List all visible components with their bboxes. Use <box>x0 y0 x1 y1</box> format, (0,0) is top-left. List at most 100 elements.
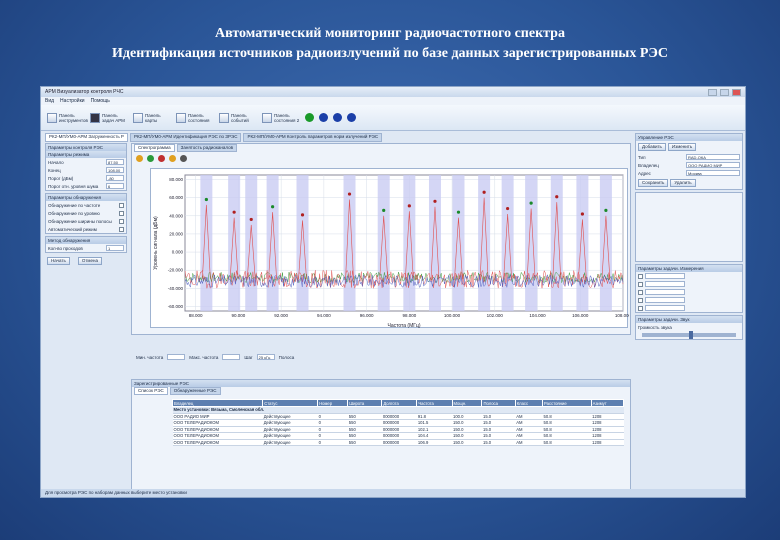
tab-spectrogram[interactable]: Спектрограмма <box>134 144 175 152</box>
measure-check-4[interactable] <box>638 297 643 303</box>
edit-button[interactable]: Изменить <box>667 143 697 151</box>
menu-help[interactable]: Помощь <box>91 98 110 104</box>
menu-view[interactable]: Вид <box>45 98 54 104</box>
measure-check-1[interactable] <box>638 273 643 279</box>
delete-button[interactable]: Удалить <box>670 179 696 187</box>
column-header[interactable]: Номер <box>317 399 349 407</box>
y-axis-label: Уровень сигнала (дБм) <box>153 216 159 270</box>
column-header[interactable]: Класс <box>514 399 544 407</box>
channel-band <box>266 175 279 311</box>
minimize-button[interactable] <box>708 88 717 96</box>
state2-icon <box>262 112 272 123</box>
peak-marker <box>347 192 352 196</box>
save-button[interactable]: Сохранить <box>638 179 669 187</box>
measure-check-2[interactable] <box>638 281 643 287</box>
param-row: Порог (дБм) -80 <box>46 174 126 182</box>
ribbon-group-state2[interactable]: Панель состояния 2 <box>262 112 300 123</box>
doc-tab-control[interactable]: РК2-МП/УМ0-АРМ Контроль параметров норм … <box>243 133 383 142</box>
right-panel: Управление РЭС Добавить Изменить Тип RAD-… <box>635 133 743 493</box>
measure-check-5[interactable] <box>638 305 643 311</box>
peak-marker <box>529 201 533 205</box>
max-freq-input[interactable] <box>222 354 241 360</box>
tab-detected-res[interactable]: Обнаруженные РЭС <box>169 387 221 395</box>
detection-section: Параметры обнаружения <box>46 194 126 201</box>
stop-icon[interactable] <box>158 155 165 162</box>
registered-title: Зарегистрированные РЭС <box>132 380 630 387</box>
registered-res-panel: Зарегистрированные РЭС Список РЭС Обнару… <box>131 379 631 491</box>
y-tick-label: -40.000 <box>168 286 184 291</box>
x-axis-label: Частота (МГц) <box>388 323 421 329</box>
add-button[interactable]: Добавить <box>638 143 666 151</box>
ribbon-group-events[interactable]: Панель событий <box>219 112 257 123</box>
owner-field[interactable]: ООО РАДИО МИР <box>686 162 740 168</box>
slide-title-line2: Идентификация источников радиоизлучений … <box>112 46 668 61</box>
check-bandwidth[interactable] <box>119 218 124 224</box>
peak-marker <box>482 190 486 194</box>
pause-icon[interactable] <box>169 155 176 162</box>
ribbon-group-tools[interactable]: Панель инструментов <box>47 112 88 123</box>
noise-threshold-input[interactable]: 6 <box>106 183 124 189</box>
status-dot-blue-3[interactable] <box>347 113 356 122</box>
left-panel: Параметры контроля РЭС Параметры режима … <box>45 143 127 493</box>
tab-occupancy[interactable]: Занятость радиоканалов <box>176 144 237 152</box>
start-input[interactable]: 87.50 <box>106 159 124 165</box>
status-dot-green[interactable] <box>305 113 314 122</box>
doc-tab-load[interactable]: РК2-МП/УМ0-АРМ Загруженность Р <box>45 133 128 142</box>
column-header[interactable]: Расстояние <box>542 399 592 407</box>
column-header[interactable]: Статус <box>262 399 319 407</box>
ribbon: Панель инструментов Панель задач АРМ Пан… <box>41 105 745 131</box>
doc-tab-identification[interactable]: РК2-МП/УМ0-АРМ Идентификация РЭС по ЗРЭС <box>129 133 242 142</box>
end-input[interactable]: 108.00 <box>106 167 124 173</box>
menu-settings[interactable]: Настройки <box>60 98 85 104</box>
ribbon-group-map[interactable]: Панель карты <box>133 112 171 123</box>
column-header[interactable]: Долгота <box>381 399 418 407</box>
maximize-button[interactable] <box>720 88 729 96</box>
start-button[interactable]: Начать <box>47 257 70 265</box>
y-tick-label: -60.000 <box>168 304 184 309</box>
peak-marker <box>300 213 305 217</box>
column-header[interactable]: Владелец <box>171 399 264 407</box>
min-freq-input[interactable] <box>167 354 186 360</box>
address-field[interactable]: Москва <box>686 170 740 176</box>
method-section: Метод обнаружения <box>46 237 126 244</box>
spectrum-chart[interactable]: 80.000 60.000 40.000 20.000 0.000 -20.000 -40.… <box>150 168 632 329</box>
res-tabs: Список РЭС Обнаруженные РЭС <box>132 387 630 395</box>
x-tick-label: 104.000 <box>529 313 546 318</box>
table-row[interactable]: ООО ТЕЛЕРАДИОКОМ Действующее 0 550 0000000 10… <box>172 439 624 446</box>
passes-input[interactable]: 1 <box>106 245 124 251</box>
column-header[interactable]: Широта <box>347 399 383 407</box>
volume-handle[interactable] <box>689 331 693 339</box>
ribbon-group-tasks[interactable]: Панель задач АРМ <box>90 112 128 123</box>
close-button[interactable] <box>732 88 741 96</box>
window-title: АРМ Визуализатор контроля РЧС <box>45 89 124 95</box>
volume-slider[interactable] <box>642 331 736 339</box>
blank-box <box>635 192 743 262</box>
status-dot-blue-1[interactable] <box>319 113 328 122</box>
check-frequency[interactable] <box>119 202 124 208</box>
x-tick-label: 100.000 <box>444 313 461 318</box>
params-title: Параметры контроля РЭС <box>46 144 126 151</box>
channel-band <box>525 175 538 311</box>
status-dot-blue-2[interactable] <box>333 113 342 122</box>
slide-title-line1: Автоматический мониторинг радиочастотног… <box>215 26 565 41</box>
tab-res-list[interactable]: Список РЭС <box>134 387 168 395</box>
column-header[interactable]: Азимут <box>590 399 625 407</box>
tools-icon <box>47 112 57 123</box>
channel-band <box>377 175 390 311</box>
step-input[interactable]: 25 кГц <box>256 354 275 360</box>
zoom-icon[interactable] <box>136 155 143 162</box>
play-icon[interactable] <box>147 155 154 162</box>
cancel-button[interactable]: Отмена <box>77 257 102 265</box>
ribbon-group-state[interactable]: Панель состояния <box>176 112 214 123</box>
column-header[interactable]: Частота <box>416 399 453 407</box>
measure-check-3[interactable] <box>638 289 643 295</box>
x-tick-label: 92.000 <box>274 313 288 318</box>
column-header[interactable]: Мощн. <box>451 399 483 407</box>
threshold-input[interactable]: -80 <box>106 175 124 181</box>
check-level[interactable] <box>119 210 124 216</box>
settings-icon[interactable] <box>180 155 187 162</box>
volume-label: Громкость звука <box>638 324 672 330</box>
check-auto[interactable] <box>119 226 124 232</box>
column-header[interactable]: Полоса <box>481 399 516 407</box>
type-field[interactable]: RAD-ОКА <box>686 154 740 160</box>
